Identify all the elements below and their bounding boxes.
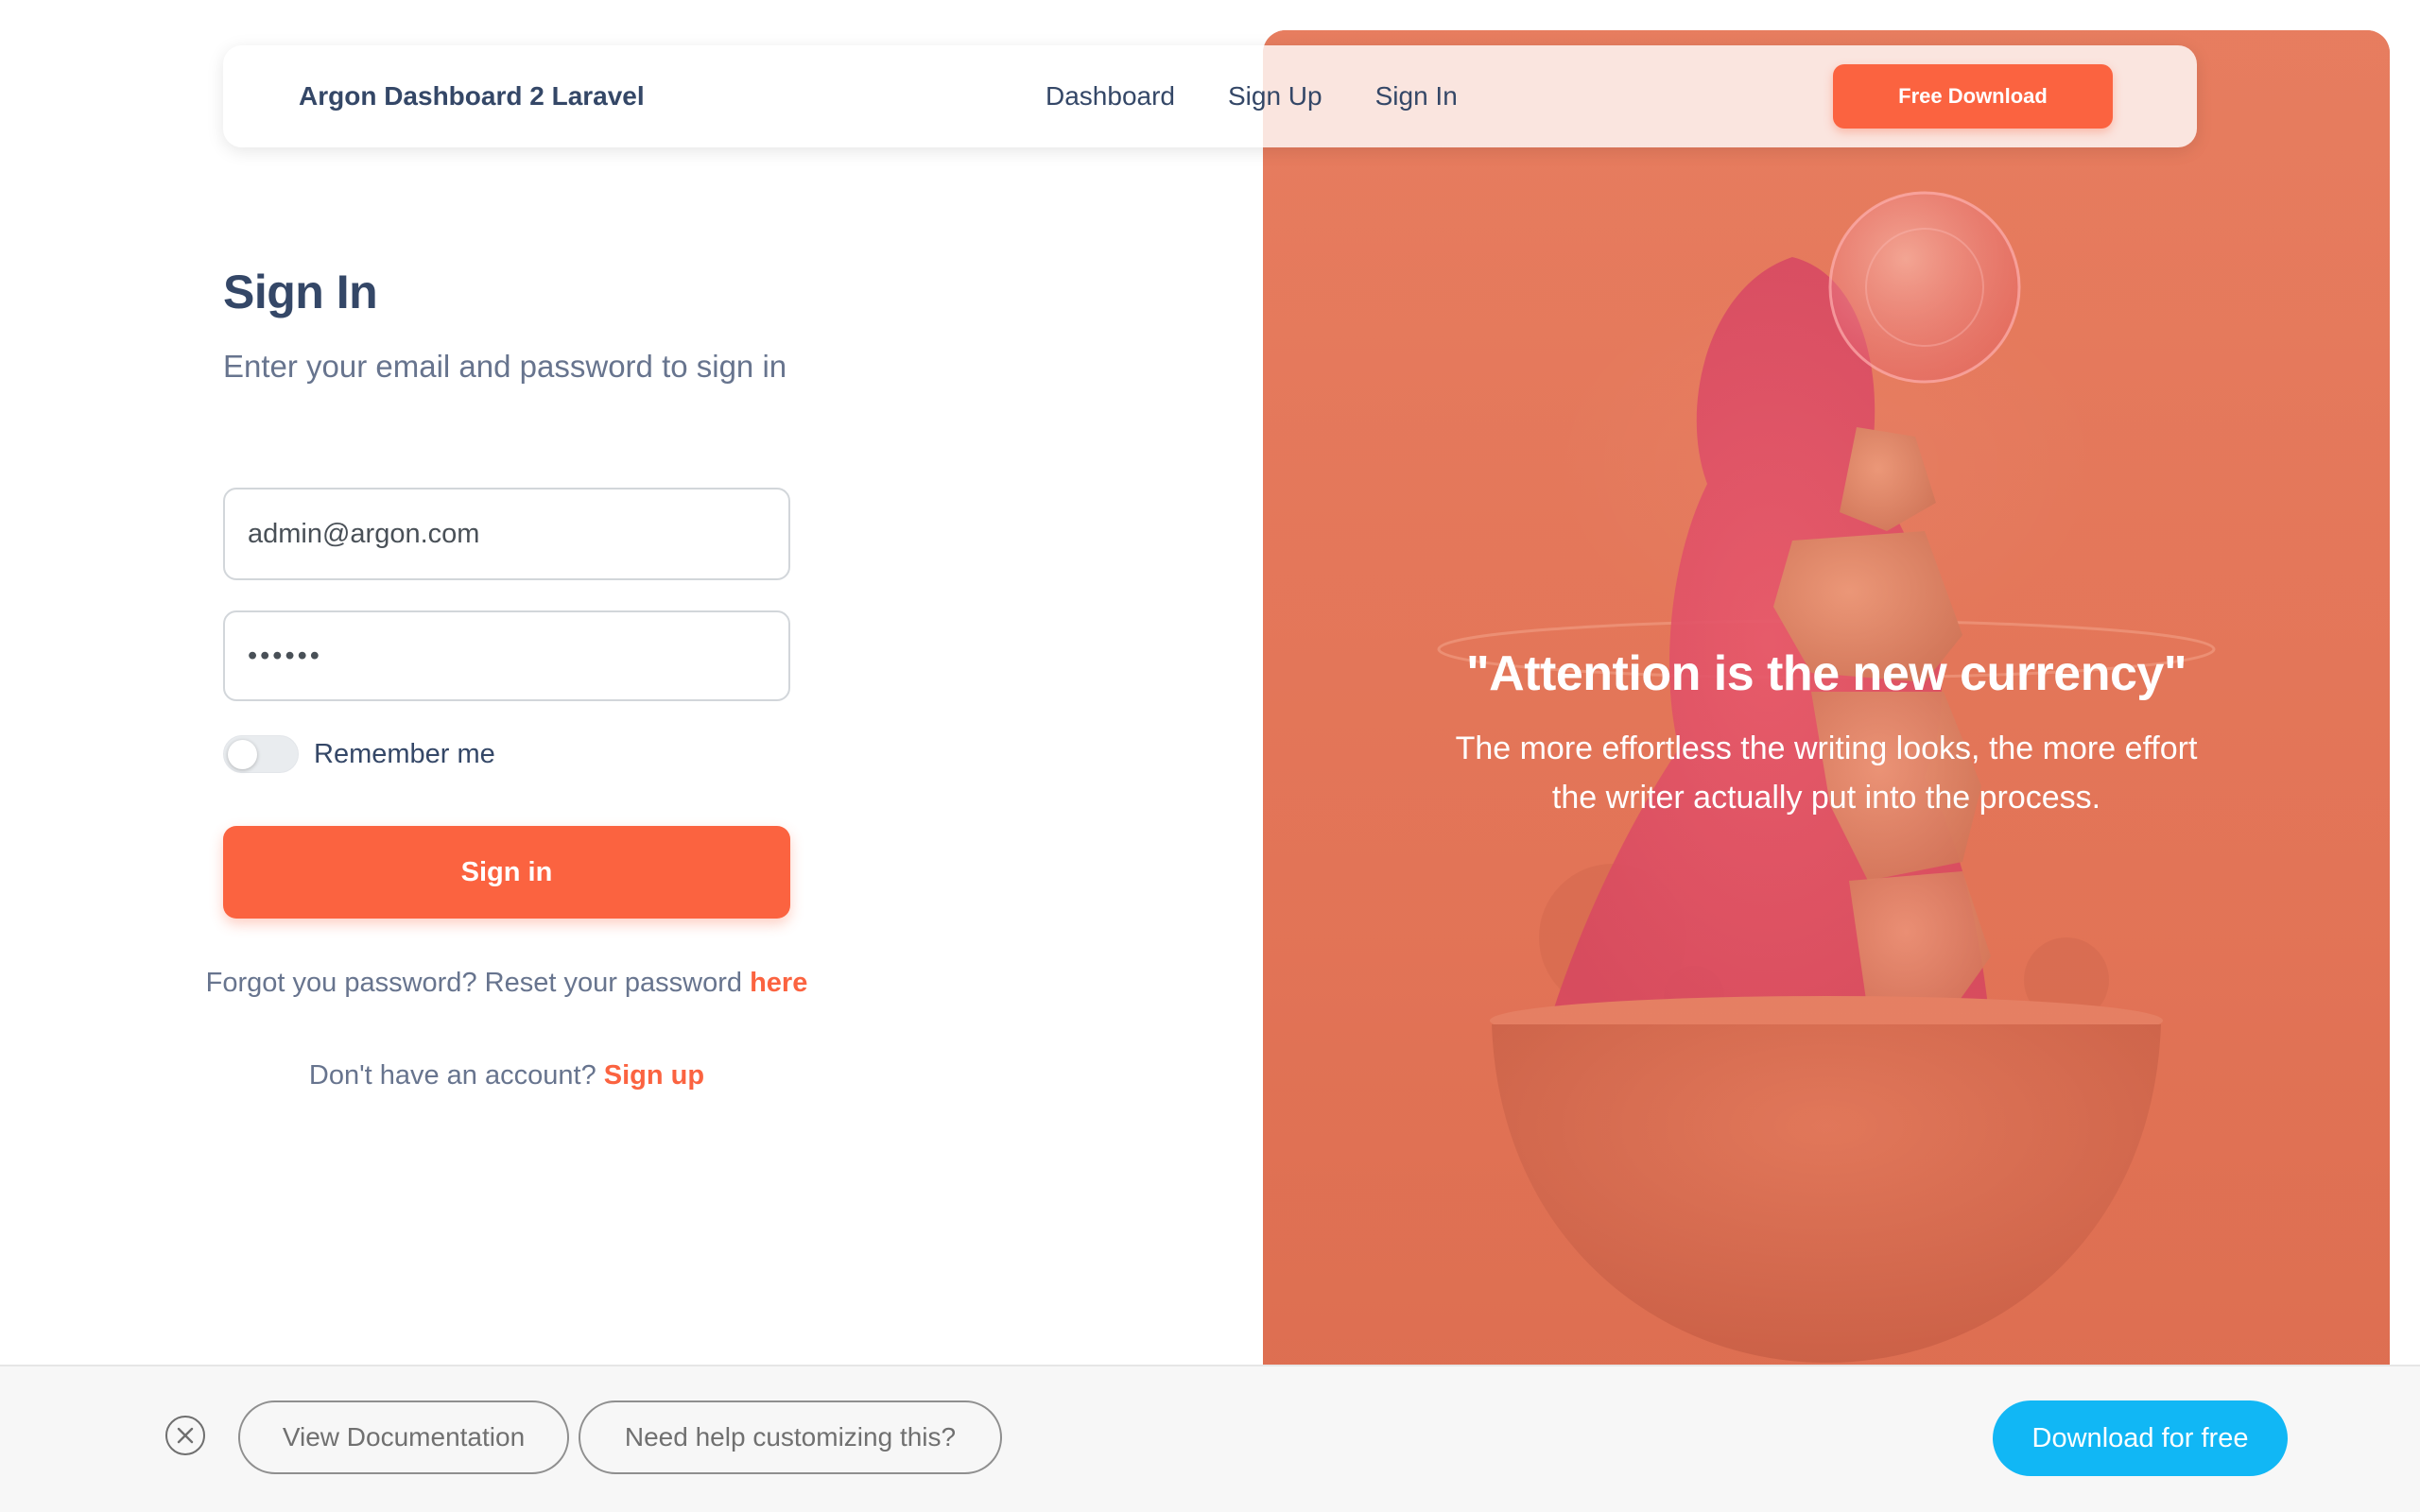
nav-links: Dashboard Sign Up Sign In: [1046, 45, 1511, 147]
forgot-password-line: Forgot you password? Reset your password…: [204, 968, 809, 999]
need-help-button[interactable]: Need help customizing this?: [579, 1400, 1002, 1474]
view-documentation-button[interactable]: View Documentation: [238, 1400, 569, 1474]
page: "Attention is the new currency" The more…: [0, 0, 2420, 1512]
download-for-free-button[interactable]: Download for free: [1993, 1400, 2288, 1476]
quote-block: "Attention is the new currency" The more…: [1263, 644, 2390, 822]
free-download-button[interactable]: Free Download: [1833, 64, 2113, 129]
reset-password-link[interactable]: here: [750, 968, 807, 998]
no-account-text: Don't have an account?: [308, 1060, 604, 1091]
quote-text: The more effortless the writing looks, t…: [1455, 730, 2198, 816]
close-circle-icon[interactable]: [165, 1416, 205, 1455]
email-input[interactable]: [223, 488, 790, 580]
sign-up-link[interactable]: Sign up: [604, 1060, 704, 1091]
remember-me-label[interactable]: Remember me: [314, 739, 495, 770]
nav-link-sign-in[interactable]: Sign In: [1375, 81, 1458, 112]
nav-link-sign-up[interactable]: Sign Up: [1228, 81, 1322, 112]
forgot-password-text: Forgot you password? Reset your password: [205, 968, 751, 998]
brand-name[interactable]: Argon Dashboard 2 Laravel: [299, 45, 645, 147]
remember-me-row: Remember me: [223, 735, 495, 773]
nav-link-dashboard[interactable]: Dashboard: [1046, 81, 1175, 112]
signin-subtitle: Enter your email and password to sign in: [223, 349, 787, 384]
toggle-knob: [228, 740, 257, 769]
close-x-glyph: [177, 1427, 194, 1444]
remember-me-toggle[interactable]: [223, 735, 299, 773]
quote-title: "Attention is the new currency": [1466, 646, 2187, 701]
bottom-promo-bar: View Documentation Need help customizing…: [0, 1365, 2420, 1512]
sign-in-button[interactable]: Sign in: [223, 826, 790, 919]
illustration-panel: "Attention is the new currency" The more…: [1263, 30, 2390, 1482]
signin-form: Sign In Enter your email and password to…: [206, 265, 808, 1091]
password-input[interactable]: [223, 610, 790, 701]
signin-title: Sign In: [223, 266, 378, 318]
signup-line: Don't have an account? Sign up: [223, 1060, 790, 1091]
top-navbar: Argon Dashboard 2 Laravel Dashboard Sign…: [223, 45, 2197, 147]
